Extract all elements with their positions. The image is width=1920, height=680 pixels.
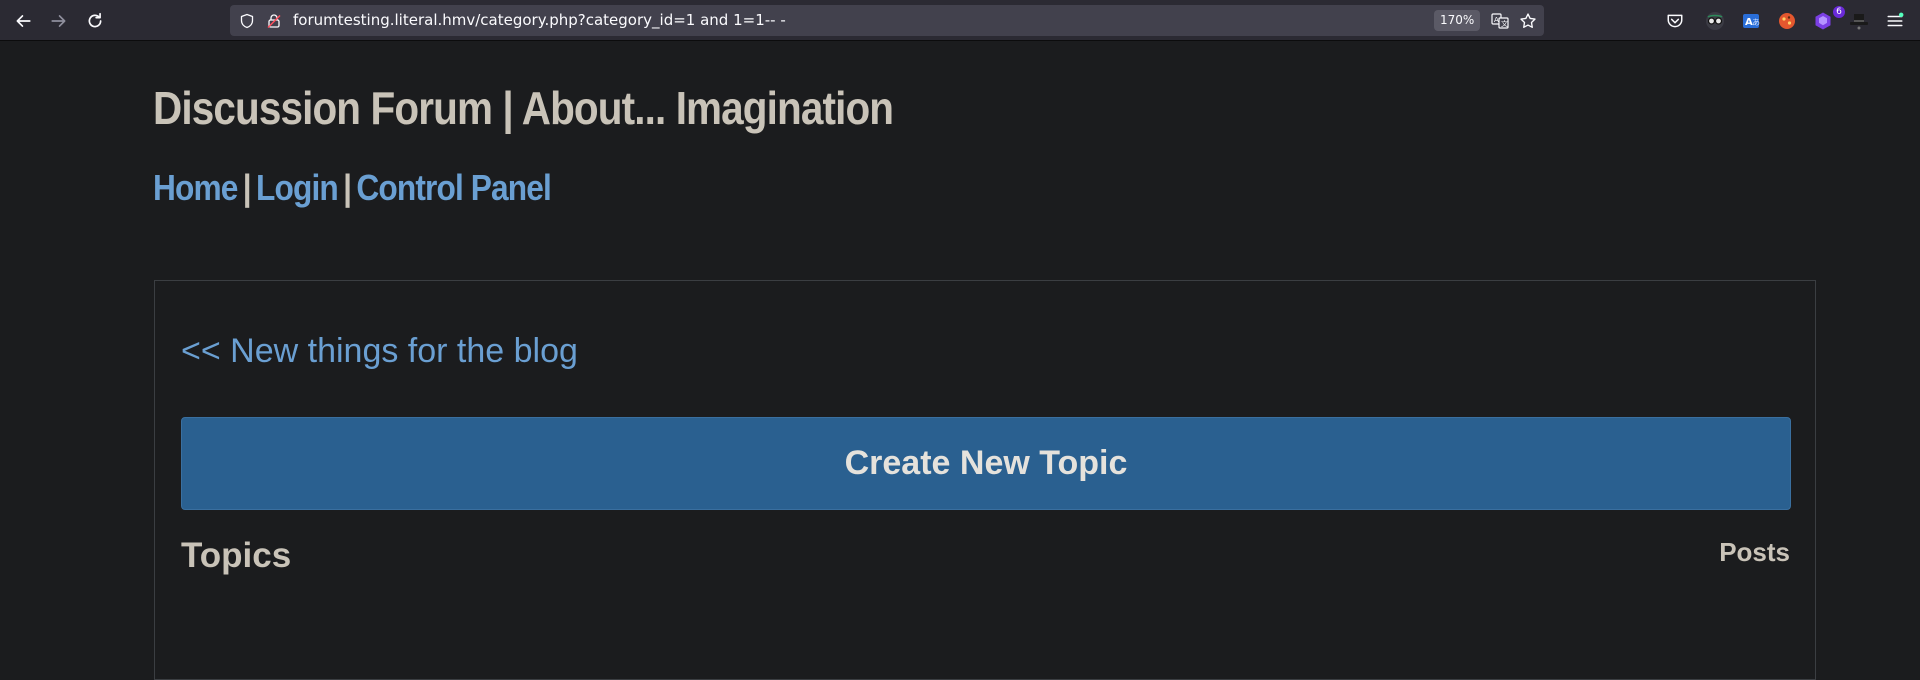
- create-new-topic-label: Create New Topic: [844, 444, 1128, 482]
- nav-control-panel-link[interactable]: Control Panel: [356, 167, 551, 208]
- nav-separator: |: [343, 167, 352, 208]
- url-text[interactable]: forumtesting.literal.hmv/category.php?ca…: [293, 5, 786, 36]
- svg-text:文: 文: [1501, 19, 1508, 28]
- svg-text:あ: あ: [1752, 18, 1760, 27]
- translator-extension-icon[interactable]: Aあ: [1740, 10, 1762, 32]
- insecure-lock-icon[interactable]: [265, 12, 283, 30]
- shield-icon[interactable]: [238, 12, 256, 30]
- topics-heading: Topics: [181, 536, 292, 575]
- site-title: Discussion Forum | About... Imagination: [153, 82, 894, 134]
- pocket-icon[interactable]: [1664, 10, 1686, 32]
- create-new-topic-button[interactable]: Create New Topic: [181, 417, 1791, 510]
- nav-separator: |: [242, 167, 252, 208]
- back-button[interactable]: [7, 5, 39, 37]
- translate-icon[interactable]: A文: [1491, 12, 1509, 30]
- arrow-right-icon: [50, 12, 68, 30]
- posts-heading: Posts: [1719, 537, 1790, 567]
- nav-login-link[interactable]: Login: [256, 167, 339, 208]
- reload-icon: [86, 12, 104, 30]
- nav-home-link[interactable]: Home: [153, 167, 238, 208]
- url-bar[interactable]: forumtesting.literal.hmv/category.php?ca…: [230, 5, 1544, 36]
- hexagon-extension-icon[interactable]: [1812, 10, 1834, 32]
- page-body: Discussion Forum | About... Imagination …: [0, 41, 1920, 680]
- forward-button[interactable]: [43, 5, 75, 37]
- zoom-level-badge[interactable]: 170%: [1434, 10, 1481, 31]
- cookie-extension-icon[interactable]: [1776, 10, 1798, 32]
- hamburger-menu-icon[interactable]: [1884, 10, 1906, 32]
- browser-toolbar: forumtesting.literal.hmv/category.php?ca…: [0, 0, 1920, 41]
- svg-text:A: A: [1494, 16, 1499, 24]
- extension-count-badge: 6: [1833, 6, 1845, 18]
- arrow-left-icon: [14, 12, 32, 30]
- back-to-category-link[interactable]: << New things for the blog: [181, 332, 578, 371]
- hat-extension-icon[interactable]: [1848, 10, 1870, 32]
- star-icon[interactable]: [1519, 12, 1537, 30]
- glasses-extension-icon[interactable]: [1704, 10, 1726, 32]
- reload-button[interactable]: [79, 5, 111, 37]
- main-nav: Home | Login | Control Panel: [153, 167, 552, 209]
- category-panel: << New things for the blog Create New To…: [154, 280, 1816, 680]
